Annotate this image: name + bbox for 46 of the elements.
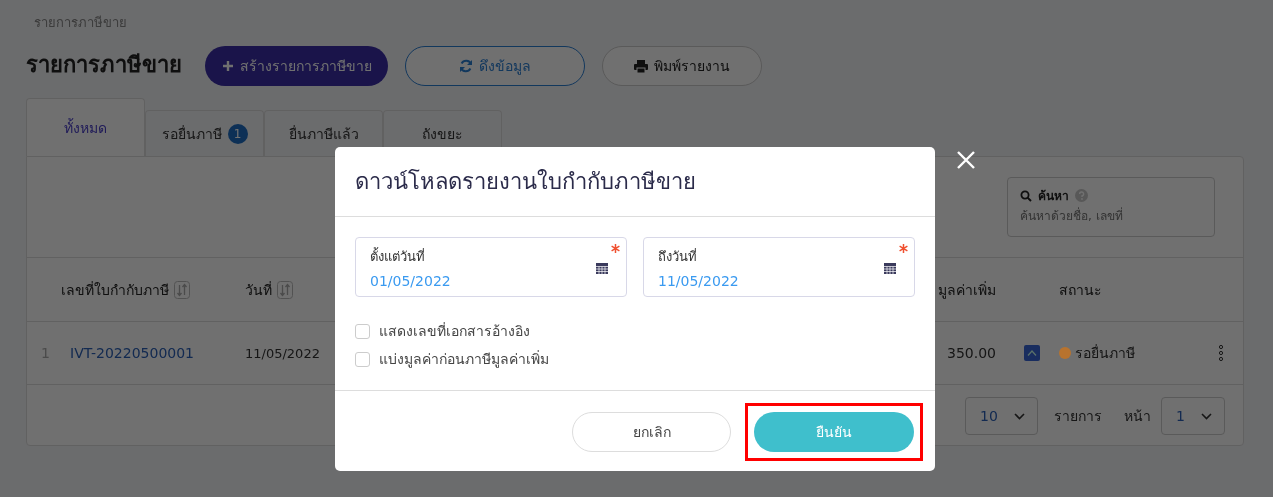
table-cell-text: 350.00	[946, 345, 997, 361]
printer-icon	[634, 59, 648, 73]
column-header: วันที่	[245, 280, 272, 300]
search-label: ค้นหา	[1038, 188, 1069, 205]
table-cell-text: 11/05/2022	[245, 345, 321, 361]
refresh-icon	[459, 59, 473, 73]
sort-icon[interactable]	[277, 280, 293, 299]
tab[interactable]: รอยื่นภาษี 1	[145, 110, 264, 156]
invoice-link[interactable]: IVT-20220500001	[61, 345, 194, 361]
page-title: รายการภาษีขาย	[26, 50, 182, 79]
search-icon	[1020, 189, 1032, 202]
page-label: หน้า	[1124, 407, 1151, 426]
status-label: รอยื่นภาษี	[1075, 343, 1135, 363]
help-icon	[1075, 189, 1088, 202]
plus-icon	[221, 60, 234, 72]
page-size-unit: รายการ	[1054, 407, 1102, 426]
more-icon[interactable]	[1218, 344, 1224, 362]
date-field[interactable]: ตั้งแต่วันที่ 01/05/2022	[355, 237, 627, 297]
column-header: สถานะ	[1059, 280, 1102, 300]
calendar-icon	[884, 262, 896, 274]
date-field[interactable]: ถึงวันที่ 11/05/2022	[643, 237, 915, 297]
tab[interactable]: ยื่นภาษีแล้ว	[264, 110, 383, 156]
page-select[interactable]: 1	[1161, 397, 1225, 435]
close-icon[interactable]	[957, 151, 975, 169]
search-field[interactable]: ค้นหา ค้นหาด้วยชื่อ, เลขที่	[1007, 177, 1215, 237]
dialog-title: ดาวน์โหลดรายงานใบกำกับภาษีขาย	[335, 147, 935, 217]
count-badge: 1	[227, 123, 248, 144]
search-input[interactable]: ค้นหาด้วยชื่อ, เลขที่	[1020, 205, 1202, 223]
option-label: แบ่งมูลค่าก่อนภาษีมูลค่าเพิ่ม	[379, 349, 549, 370]
tab[interactable]: ทั้งหมด	[26, 98, 145, 156]
checkbox[interactable]	[355, 351, 370, 367]
sort-icon[interactable]	[174, 280, 190, 299]
create-button[interactable]: สร้างรายการภาษีขาย	[205, 46, 388, 86]
checkbox[interactable]	[355, 323, 370, 339]
option-label: แสดงเลขที่เอกสารอ้างอิง	[379, 321, 530, 341]
chevron-down-icon	[1014, 412, 1025, 420]
column-header: เลขที่ใบกำกับภาษี	[61, 280, 169, 300]
confirm-button[interactable]: ยืนยัน	[754, 412, 914, 452]
calendar-icon	[596, 262, 608, 274]
page-size-select[interactable]: 10	[965, 397, 1038, 435]
cancel-button[interactable]: ยกเลิก	[572, 412, 731, 452]
refresh-button[interactable]: ดึงข้อมูล	[405, 46, 585, 86]
chevron-down-icon	[1201, 412, 1212, 420]
chevron-up-icon[interactable]	[1023, 345, 1040, 361]
column-header: มูลค่าเพิ่ม	[938, 280, 996, 301]
print-button[interactable]: พิมพ์รายงาน	[602, 46, 762, 86]
